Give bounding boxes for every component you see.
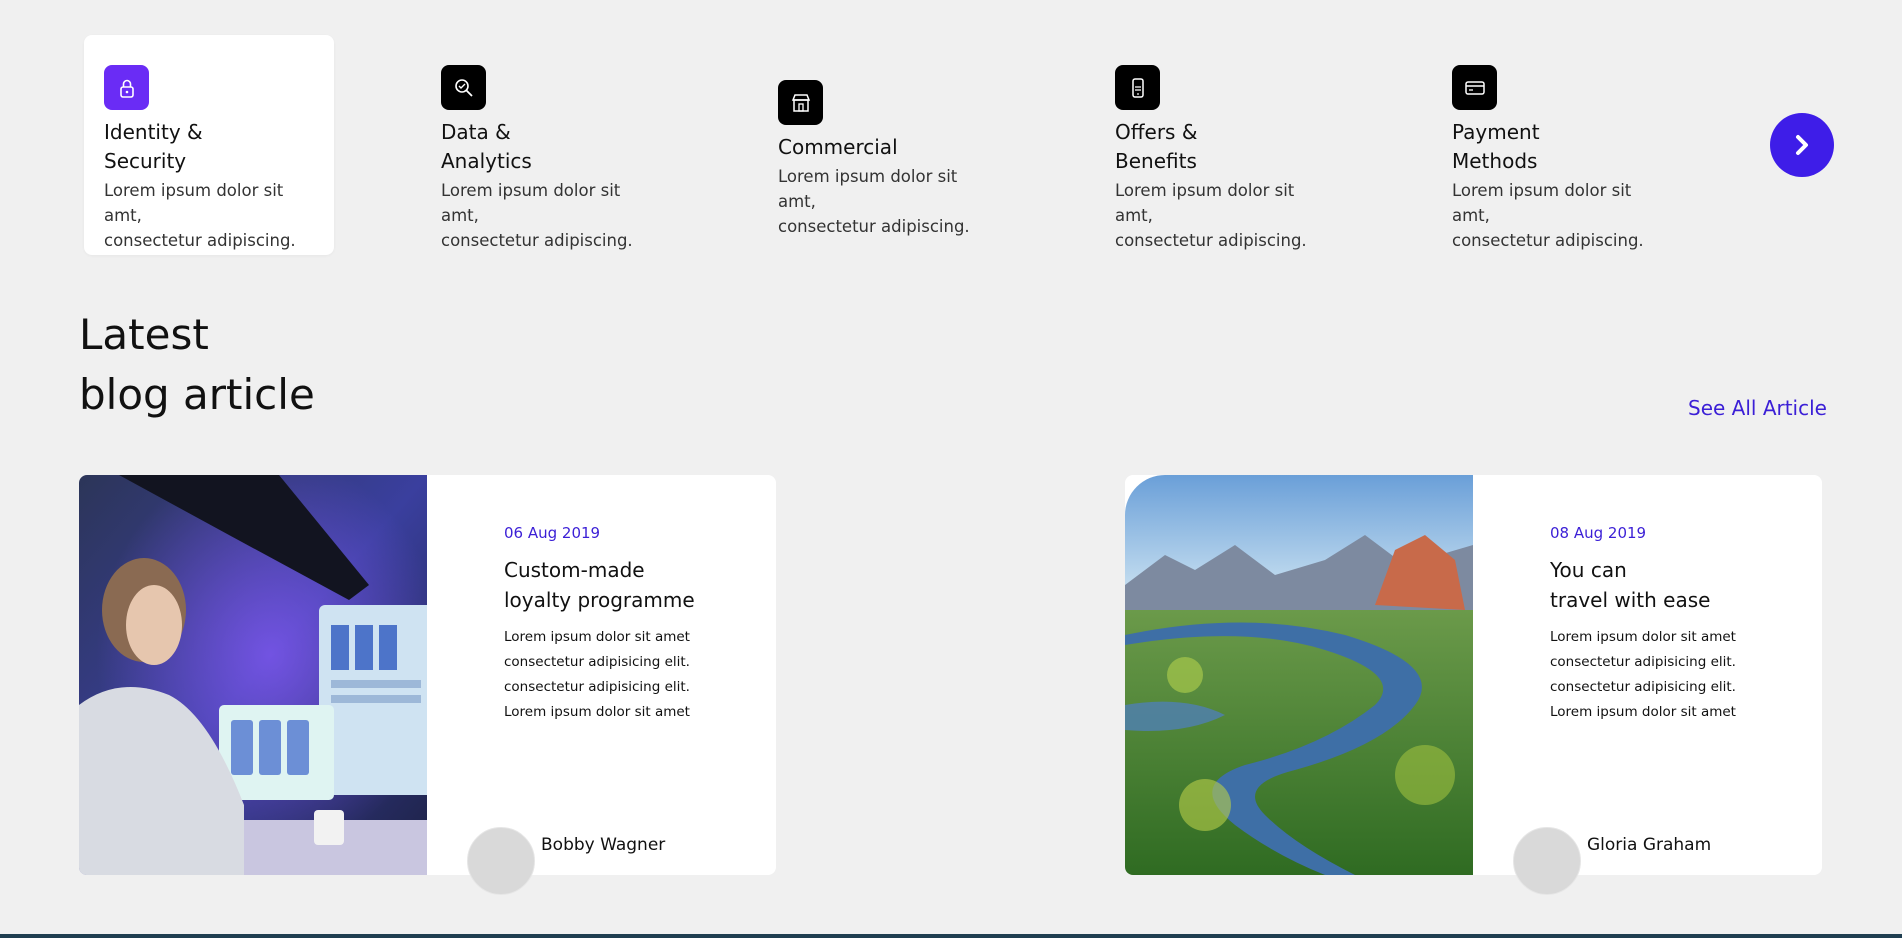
blog-card-author: Bobby Wagner xyxy=(541,835,666,855)
service-title: Identity & Security xyxy=(104,120,203,173)
lock-icon xyxy=(104,65,149,110)
blog-card-title[interactable]: Custom-made loyalty programme xyxy=(504,555,695,615)
blog-card[interactable]: 06 Aug 2019 Custom-made loyalty programm… xyxy=(79,475,776,895)
see-all-article-link[interactable]: See All Article xyxy=(1688,396,1827,420)
service-payment-methods[interactable]: Payment Methods Lorem ipsum dolor sit am… xyxy=(1432,65,1682,253)
avatar xyxy=(467,827,535,895)
avatar xyxy=(1513,827,1581,895)
service-identity-security[interactable]: Identity & Security Lorem ipsum dolor si… xyxy=(84,35,334,255)
blog-card-image xyxy=(79,475,427,875)
blog-card-excerpt: Lorem ipsum dolor sit amet consectetur a… xyxy=(1550,629,1736,720)
chevron-right-icon xyxy=(1796,135,1808,155)
service-description: Lorem ipsum dolor sit amt, consectetur a… xyxy=(1115,181,1307,250)
service-description: Lorem ipsum dolor sit amt, consectetur a… xyxy=(778,167,970,236)
service-description: Lorem ipsum dolor sit amt, consectetur a… xyxy=(104,181,296,250)
blog-card-author: Gloria Graham xyxy=(1587,835,1712,855)
service-data-analytics[interactable]: Data & Analytics Lorem ipsum dolor sit a… xyxy=(421,65,671,253)
service-title: Offers & Benefits xyxy=(1115,120,1198,173)
store-icon xyxy=(778,80,823,125)
blog-card-date: 06 Aug 2019 xyxy=(504,524,601,542)
search-chart-icon xyxy=(441,65,486,110)
service-title: Payment Methods xyxy=(1452,120,1540,173)
service-offers-benefits[interactable]: Offers & Benefits Lorem ipsum dolor sit … xyxy=(1095,65,1345,253)
blog-card[interactable]: 08 Aug 2019 You can travel with ease Lor… xyxy=(1125,475,1822,895)
service-description: Lorem ipsum dolor sit amt, consectetur a… xyxy=(1452,181,1644,250)
credit-card-icon xyxy=(1452,65,1497,110)
services-row: Identity & Security Lorem ipsum dolor si… xyxy=(0,0,1902,270)
service-commercial[interactable]: Commercial Lorem ipsum dolor sit amt, co… xyxy=(758,80,1008,239)
blog-card-date: 08 Aug 2019 xyxy=(1550,524,1647,542)
service-title: Data & Analytics xyxy=(441,120,532,173)
next-button[interactable] xyxy=(1770,113,1834,177)
blog-card-body: 08 Aug 2019 You can travel with ease Lor… xyxy=(1473,475,1822,895)
blog-card-excerpt: Lorem ipsum dolor sit amet consectetur a… xyxy=(504,629,690,720)
blog-card-body: 06 Aug 2019 Custom-made loyalty programm… xyxy=(427,475,776,895)
phone-offer-icon xyxy=(1115,65,1160,110)
footer-strip xyxy=(0,934,1902,938)
service-description: Lorem ipsum dolor sit amt, consectetur a… xyxy=(441,181,633,250)
service-title: Commercial xyxy=(778,135,898,159)
blog-card-title[interactable]: You can travel with ease xyxy=(1550,555,1710,615)
blog-card-image xyxy=(1125,475,1473,875)
section-title: Latest blog article xyxy=(79,310,315,419)
